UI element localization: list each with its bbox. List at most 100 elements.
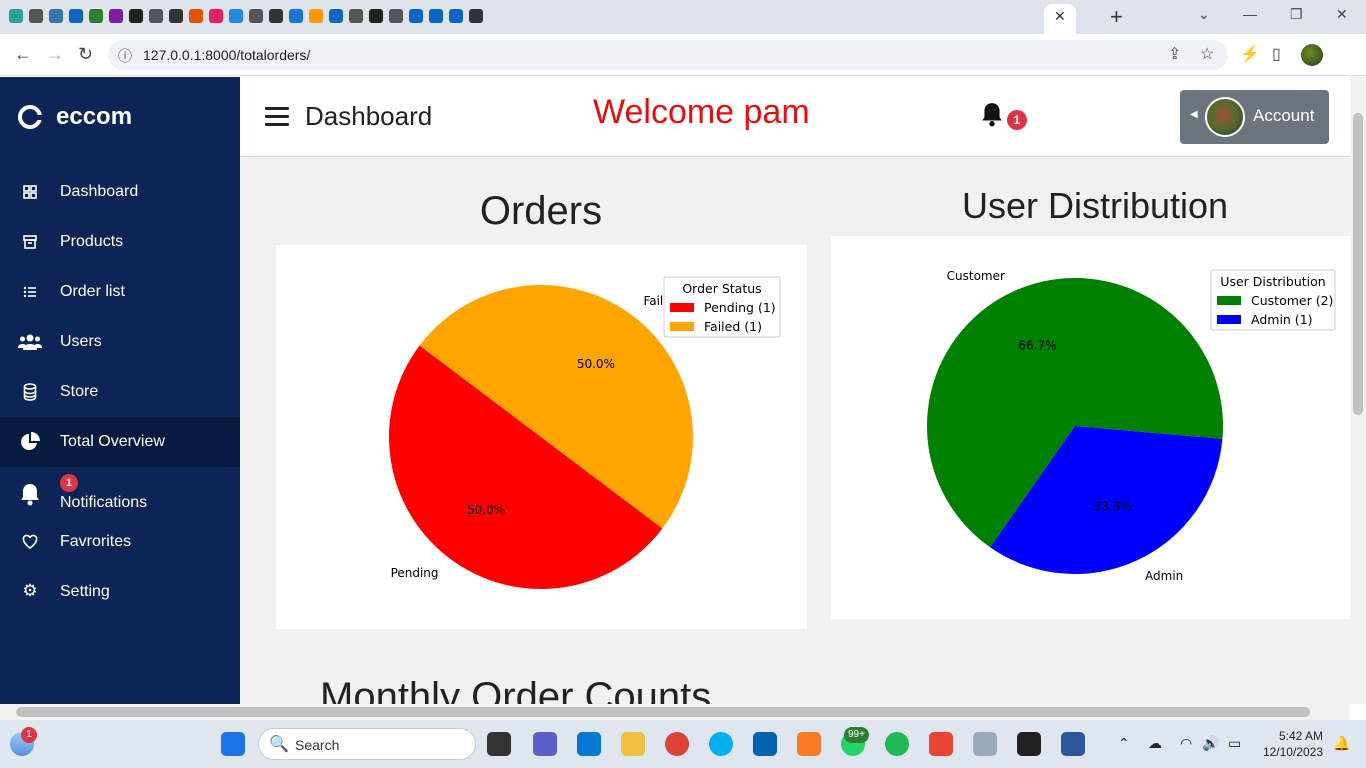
task-view-icon[interactable]	[487, 732, 511, 756]
tab-favicon-icon[interactable]	[108, 8, 124, 24]
tab-favicon-icon[interactable]	[48, 8, 64, 24]
reload-icon[interactable]: ↻	[78, 44, 93, 65]
bell-icon	[21, 484, 39, 506]
sidebar-item-total-overview[interactable]: Total Overview	[0, 417, 240, 467]
heart-icon	[22, 534, 38, 549]
tab-close-icon[interactable]: ✕	[1054, 8, 1066, 25]
tab-favicon-icon[interactable]	[8, 8, 24, 24]
notification-bell-icon[interactable]	[980, 101, 1004, 127]
tab-favicon-icon[interactable]	[128, 8, 144, 24]
wifi-icon[interactable]: ◠	[1180, 735, 1192, 752]
sidebar-item-users[interactable]: Users	[0, 317, 240, 367]
tab-favicon-icon[interactable]	[288, 8, 304, 24]
file-explorer-icon[interactable]	[621, 732, 645, 756]
chrome-icon[interactable]	[665, 732, 689, 756]
new-tab-button[interactable]: +	[1110, 4, 1123, 30]
horizontal-scrollbar-thumb[interactable]	[16, 707, 1310, 717]
tab-favicon-icon[interactable]	[228, 8, 244, 24]
tab-favicon-icon[interactable]	[28, 8, 44, 24]
restore-icon[interactable]: ❐	[1290, 6, 1303, 23]
terminal-icon[interactable]	[1017, 732, 1041, 756]
store-icon[interactable]	[753, 732, 777, 756]
whatsapp-badge: 99+	[844, 727, 869, 743]
tab-favicon-icon[interactable]	[328, 8, 344, 24]
vertical-scrollbar-thumb[interactable]	[1353, 113, 1363, 415]
volume-icon[interactable]: 🔊	[1202, 735, 1219, 752]
tab-favicon-icon[interactable]	[308, 8, 324, 24]
vertical-scrollbar[interactable]	[1350, 77, 1366, 704]
account-label: Account	[1253, 106, 1315, 125]
tab-favicon-icon[interactable]	[208, 8, 224, 24]
sidebar-item-products[interactable]: Products	[0, 217, 240, 267]
vscode-icon[interactable]	[577, 732, 601, 756]
settings-app-icon[interactable]	[973, 732, 997, 756]
xampp-icon[interactable]	[797, 732, 821, 756]
battery-icon[interactable]: ▭	[1228, 735, 1241, 752]
hamburger-menu-icon[interactable]	[265, 107, 289, 131]
forward-icon[interactable]: →	[46, 44, 64, 65]
users-icon	[18, 334, 42, 350]
windows-taskbar: 1 🔍 Search 99+ ⌃ ☁ ◠ 🔊 ▭ 5:42 AM 12/10/2…	[0, 720, 1366, 768]
address-bar[interactable]: ⓘ 127.0.0.1:8000/totalorders/	[108, 40, 1228, 70]
tab-favicon-icon[interactable]	[248, 8, 264, 24]
share-icon[interactable]: ⇪	[1168, 44, 1181, 64]
onedrive-icon[interactable]: ☁	[1148, 735, 1162, 752]
search-placeholder: Search	[295, 737, 340, 753]
teams-icon[interactable]	[533, 732, 557, 756]
tab-favicon-icon[interactable]	[468, 8, 484, 24]
side-panel-icon[interactable]: ▯	[1272, 44, 1281, 64]
page-title: Dashboard	[305, 101, 433, 131]
main-content: Dashboard Welcome pam 1 ◀ Account Orders…	[240, 77, 1350, 704]
orders-chart: 50.0% Pending 50.0% Failed Order Status Pendi…	[276, 245, 807, 629]
horizontal-scrollbar[interactable]	[0, 704, 1350, 720]
brand[interactable]: eccom	[18, 103, 132, 131]
minimize-icon[interactable]: —	[1243, 6, 1257, 22]
tab-favicon-icon[interactable]	[88, 8, 104, 24]
sidebar-item-order-list[interactable]: Order list	[0, 267, 240, 317]
gmail-icon[interactable]	[929, 732, 953, 756]
system-clock[interactable]: 5:42 AM 12/10/2023	[1255, 728, 1323, 760]
site-info-icon[interactable]: ⓘ	[118, 46, 132, 66]
pie-pct-label: 50.0%	[577, 357, 615, 371]
tab-favicon-icon[interactable]	[388, 8, 404, 24]
notification-count-badge: 1	[1007, 110, 1027, 130]
sidebar-item-label: Users	[60, 333, 102, 350]
sidebar-item-label: Favrorites	[60, 533, 132, 550]
sidebar-item-label: Notifications	[60, 494, 148, 511]
windows-start-icon[interactable]	[221, 732, 245, 756]
sidebar-item-store[interactable]: Store	[0, 367, 240, 417]
pie-pct-label: 50.0%	[467, 503, 505, 517]
tab-favicon-icon[interactable]	[408, 8, 424, 24]
tab-favicon-icon[interactable]	[448, 8, 464, 24]
tab-favicon-icon[interactable]	[348, 8, 364, 24]
taskbar-search[interactable]: 🔍 Search	[258, 728, 476, 760]
sidebar-item-favorites[interactable]: Favrorites	[0, 517, 240, 567]
pie-slice-label: Admin	[1145, 569, 1183, 583]
word-icon[interactable]	[1061, 732, 1085, 756]
account-button[interactable]: ◀ Account	[1180, 90, 1329, 144]
window-close-icon[interactable]: ✕	[1336, 6, 1348, 23]
tab-search-icon[interactable]: ⌄	[1198, 6, 1210, 23]
sidebar-item-label: Total Overview	[60, 433, 165, 450]
url-text[interactable]: 127.0.0.1:8000/totalorders/	[143, 47, 310, 63]
tab-favicon-icon[interactable]	[368, 8, 384, 24]
tab-favicon-icon[interactable]	[168, 8, 184, 24]
tab-favicon-icon[interactable]	[148, 8, 164, 24]
sidebar-item-label: Setting	[60, 583, 110, 600]
chevron-up-icon[interactable]: ⌃	[1118, 735, 1130, 752]
skype-icon[interactable]	[709, 732, 733, 756]
legend-entry: Failed (1)	[704, 319, 762, 334]
spotify-icon[interactable]	[885, 732, 909, 756]
profile-avatar[interactable]	[1301, 44, 1323, 66]
tab-favicon-icon[interactable]	[188, 8, 204, 24]
bookmark-star-icon[interactable]: ☆	[1200, 44, 1214, 64]
tab-favicon-icon[interactable]	[268, 8, 284, 24]
sidebar-item-dashboard[interactable]: Dashboard	[0, 167, 240, 217]
sidebar-item-setting[interactable]: ⚙ Setting	[0, 567, 240, 617]
tab-favicon-icon[interactable]	[428, 8, 444, 24]
tab-favicon-icon[interactable]	[68, 8, 84, 24]
extensions-icon[interactable]: ⚡	[1240, 44, 1260, 64]
notification-center-icon[interactable]: 🔔	[1333, 735, 1350, 752]
back-icon[interactable]: ←	[14, 44, 32, 65]
user-distribution-pie-svg: 66.7% Customer 33.3% Admin User Distribution…	[927, 269, 1336, 583]
